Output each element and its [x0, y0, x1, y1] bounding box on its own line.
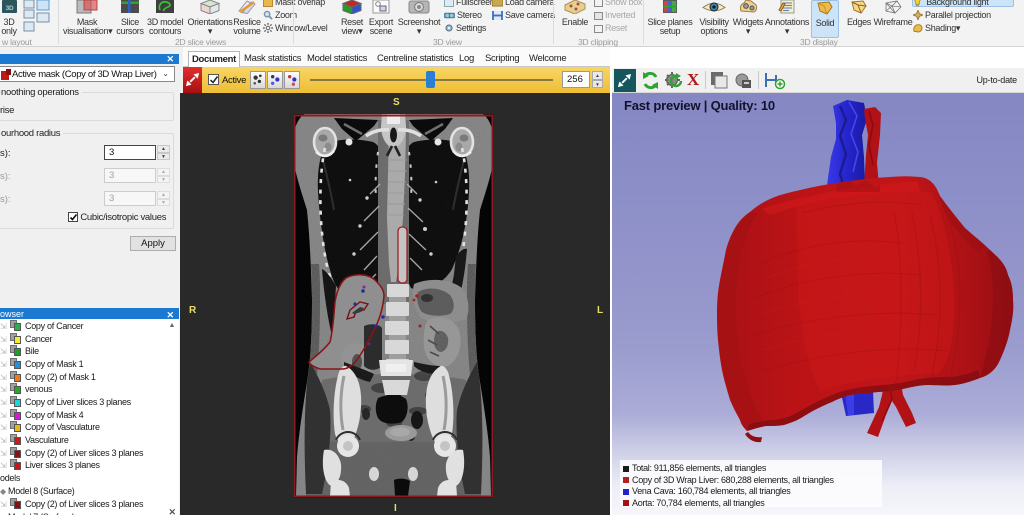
svg-text:3D: 3D	[5, 5, 13, 12]
